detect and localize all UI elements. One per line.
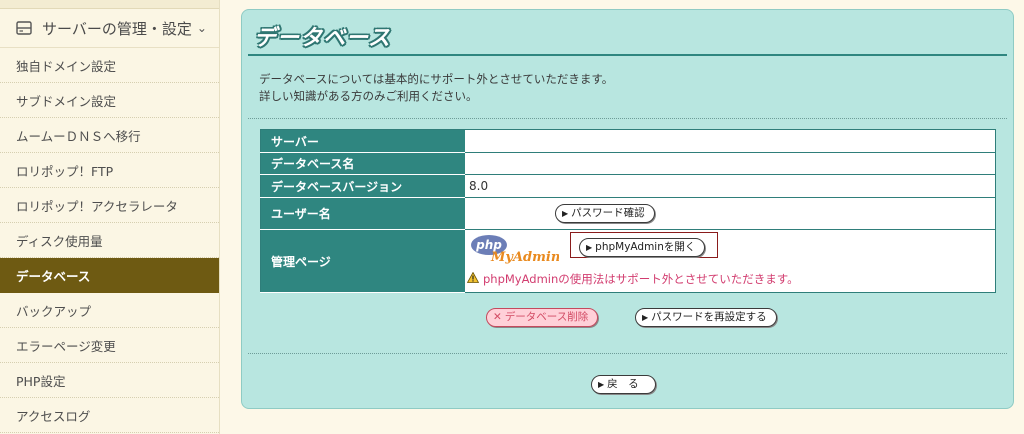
sidebar-item-label: データベース [16, 268, 91, 284]
warning-text: phpMyAdminの使用法はサポート外とさせていただきます。 [483, 272, 799, 286]
sidebar-item[interactable]: ロリポップ！アクセラレータ [0, 188, 219, 223]
intro-line-1: データベースについては基本的にサポート外とさせていただきます。 [259, 72, 614, 86]
username-value: ▶ パスワード確認 [465, 197, 996, 230]
password-confirm-button[interactable]: ▶ パスワード確認 [555, 204, 655, 223]
sidebar-item-label: エラーページ変更 [16, 338, 116, 354]
play-icon: ▶ [598, 380, 605, 389]
sidebar-item[interactable]: バックアップ [0, 293, 219, 328]
sidebar-item-label: ロリポップ！アクセラレータ [16, 198, 178, 214]
back-label: 戻 る [607, 378, 639, 390]
play-icon: ▶ [562, 209, 569, 218]
phpmyadmin-logo: php MyAdmin [469, 234, 560, 265]
sidebar-item-label: サブドメイン設定 [16, 93, 117, 109]
intro-text: データベースについては基本的にサポート外とさせていただきます。 詳しい知識がある… [259, 71, 613, 105]
sidebar-section-server-settings[interactable]: サーバーの管理・設定 ⌄ [0, 9, 219, 48]
sidebar-item-label: アクセスログ [16, 408, 91, 424]
phpmyadmin-warning: phpMyAdminの使用法はサポート外とさせていただきます。 [466, 271, 799, 287]
back-button[interactable]: ▶ 戻 る [591, 375, 656, 394]
page-title: データベース [254, 26, 391, 51]
sidebar-item-label: ディスク使用量 [16, 233, 103, 249]
database-info-table: サーバー データベース名 データベースバージョン 8.0 ユーザー名 ▶ パスワ… [260, 129, 996, 293]
version-value: 8.0 [465, 174, 996, 198]
dbname-label: データベース名 [260, 152, 465, 175]
sidebar-item[interactable]: 独自ドメイン設定 [0, 48, 219, 83]
warning-icon [466, 271, 480, 286]
divider [248, 353, 1007, 354]
admin-page-label: 管理ページ [260, 229, 465, 293]
sidebar-item-label: 独自ドメイン設定 [16, 58, 117, 74]
sidebar-item-label: バックアップ [16, 303, 92, 319]
username-label: ユーザー名 [260, 197, 465, 230]
sidebar-item-label: ロリポップ！FTP [16, 163, 114, 179]
x-icon: ✕ [493, 311, 502, 323]
open-phpmyadmin-button[interactable]: ▶ phpMyAdminを開く [579, 238, 706, 257]
sidebar-item[interactable]: ディスク使用量 [0, 223, 219, 258]
sidebar-item[interactable]: アクセスログ [0, 398, 219, 433]
sidebar-item[interactable]: ムームーＤＮＳへ移行 [0, 118, 219, 153]
sidebar-item[interactable]: ロリポップ！FTP [0, 153, 219, 188]
table-row-dbname: データベース名 [260, 152, 996, 175]
play-icon: ▶ [642, 313, 649, 322]
server-value [465, 129, 996, 153]
server-icon [16, 21, 32, 35]
logo-myadmin-text: MyAdmin [490, 250, 559, 264]
play-icon: ▶ [586, 243, 593, 252]
sidebar-item[interactable]: PHP設定 [0, 363, 219, 398]
title-divider [248, 54, 1007, 56]
open-phpmyadmin-label: phpMyAdminを開く [595, 241, 696, 253]
sidebar-section-label: サーバーの管理・設定 [42, 19, 192, 38]
table-row-username: ユーザー名 ▶ パスワード確認 [260, 197, 996, 230]
version-label: データベースバージョン [260, 174, 465, 198]
dbname-value [465, 152, 996, 175]
phpmyadmin-button-highlight: ▶ phpMyAdminを開く [570, 232, 718, 258]
sidebar-top-strip [0, 0, 219, 9]
database-panel: データベース データベースについては基本的にサポート外とさせていただきます。 詳… [241, 9, 1014, 409]
password-confirm-label: パスワード確認 [571, 207, 645, 219]
table-row-admin-page: 管理ページ php MyAdmin ▶ phpMyAdminを開く phpMyA… [260, 229, 996, 293]
delete-database-label: データベース削除 [504, 311, 589, 323]
intro-line-2: 詳しい知識がある方のみご利用ください。 [259, 89, 478, 103]
server-label: サーバー [260, 129, 465, 153]
chevron-down-icon: ⌄ [196, 21, 207, 35]
sidebar: サーバーの管理・設定 ⌄ 独自ドメイン設定 サブドメイン設定 ムームーＤＮＳへ移行ロ… [0, 0, 220, 434]
divider [248, 118, 1007, 119]
sidebar-item-label: ムームーＤＮＳへ移行 [16, 128, 141, 144]
reset-password-button[interactable]: ▶ パスワードを再設定する [635, 308, 777, 327]
table-row-version: データベースバージョン 8.0 [260, 174, 996, 198]
table-row-server: サーバー [260, 129, 996, 153]
reset-password-label: パスワードを再設定する [651, 311, 767, 323]
sidebar-item[interactable]: エラーページ変更 [0, 328, 219, 363]
sidebar-item-label: PHP設定 [16, 373, 66, 389]
admin-page-value: php MyAdmin ▶ phpMyAdminを開く phpMyAdminの使… [465, 229, 996, 293]
sidebar-item[interactable]: サブドメイン設定 [0, 83, 219, 118]
delete-database-button[interactable]: ✕ データベース削除 [486, 308, 599, 327]
sidebar-item[interactable]: データベース [0, 258, 219, 293]
